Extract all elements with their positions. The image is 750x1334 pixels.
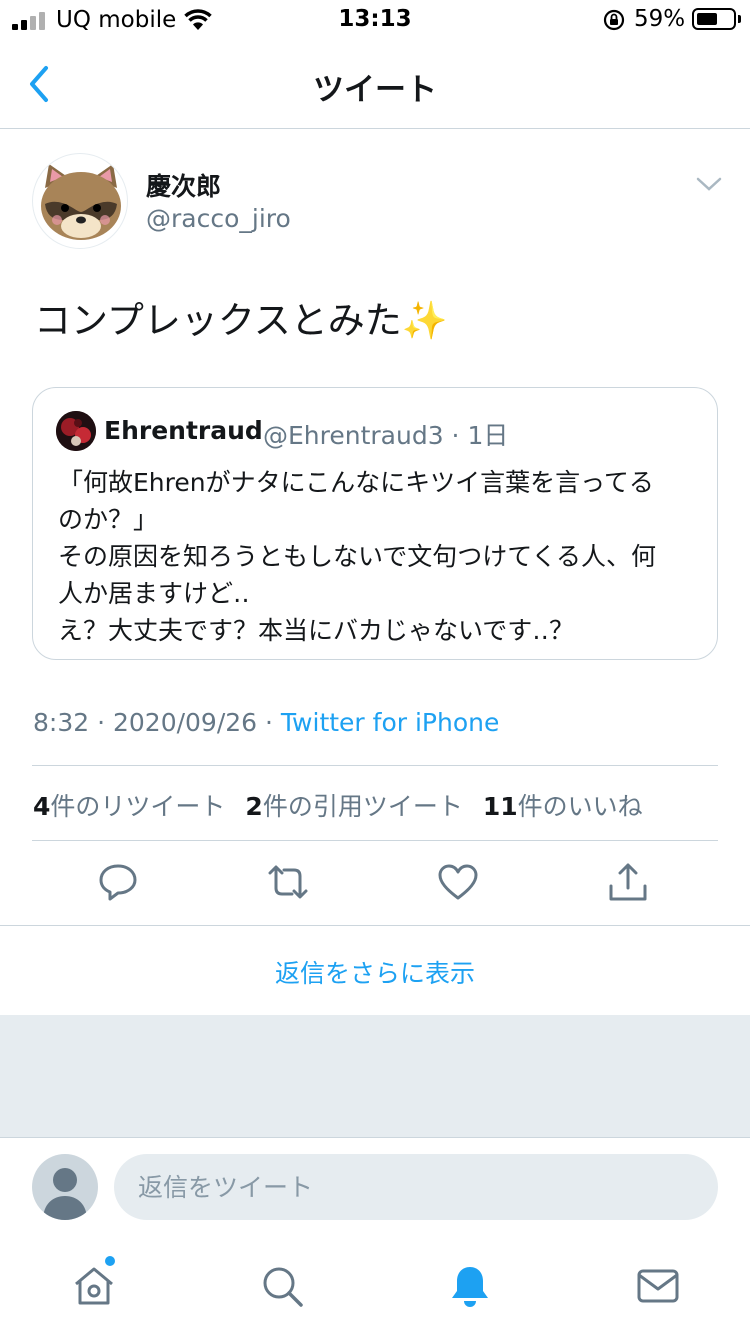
quoted-avatar-image [56, 411, 96, 451]
user-handle[interactable]: @racco_jiro [146, 204, 291, 233]
like-label: 件のいいね [517, 792, 643, 821]
tweet-text: コンプレックスとみた✨ [34, 290, 448, 344]
header-divider [0, 128, 750, 129]
divider [0, 1137, 750, 1138]
quoted-line: のか？」 [58, 505, 159, 534]
notification-dot [105, 1256, 115, 1266]
likes-stat[interactable]: 11件のいいね [483, 792, 643, 821]
chevron-down-icon[interactable] [694, 172, 724, 196]
quotes-stat[interactable]: 2件の引用ツイート [245, 792, 462, 821]
quoted-handle-time: @Ehrentraud3 · 1日 [263, 421, 509, 450]
retweet-label: 件のリツイート [50, 792, 226, 821]
share-icon[interactable] [606, 860, 650, 904]
empty-replies-area [0, 1015, 750, 1137]
search-icon[interactable] [258, 1262, 306, 1310]
sparkles-icon: ✨ [401, 299, 448, 342]
like-count: 11 [482, 792, 518, 821]
tweet-stats: 4件のリツイート 2件の引用ツイート 11件のいいね [33, 787, 643, 823]
notifications-icon[interactable] [446, 1262, 494, 1310]
divider [32, 765, 718, 766]
user-avatar[interactable] [32, 1154, 98, 1220]
reply-icon[interactable] [96, 860, 140, 904]
quoted-avatar [56, 411, 96, 451]
retweet-count: 4 [33, 792, 51, 821]
quoted-line: 人か居ますけど‥ [58, 579, 250, 608]
reply-input[interactable] [114, 1154, 718, 1220]
divider [0, 925, 750, 926]
quoted-line: その原因を知ろうともしないで文句つけてくる人、何 [58, 542, 657, 571]
raccoon-icon [41, 164, 121, 240]
quoted-line: え？大丈夫です？本当にバカじゃないです‥？ [58, 616, 574, 645]
battery-nub [738, 15, 741, 23]
tweet-meta: 8:32 · 2020/09/26 · Twitter for iPhone [33, 708, 499, 737]
timestamp: 8:32 · 2020/09/26 · [33, 708, 281, 737]
display-name[interactable]: 慶次郎 [146, 167, 221, 203]
tweet-body: コンプレックスとみた [34, 299, 402, 342]
quote-count: 2 [245, 792, 263, 821]
quoted-text: 「何故Ehrenがナタにこんなにキツイ言葉を言ってる のか？」 その原因を知ろう… [58, 464, 698, 649]
quote-label: 件の引用ツイート [262, 792, 463, 821]
rotation-lock-icon [603, 9, 625, 31]
source-link[interactable]: Twitter for iPhone [281, 708, 499, 737]
battery-level [697, 13, 717, 25]
like-icon[interactable] [436, 860, 480, 904]
home-icon[interactable] [70, 1262, 118, 1310]
battery-percent: 59% [634, 6, 686, 32]
divider [32, 840, 718, 841]
quoted-line: 「何故Ehrenがナタにこんなにキツイ言葉を言ってる [58, 468, 654, 497]
retweet-icon[interactable] [266, 860, 310, 904]
status-bar: UQ mobile 13:13 59% [0, 0, 750, 44]
messages-icon[interactable] [634, 1262, 682, 1310]
default-avatar-icon [43, 1168, 87, 1220]
avatar[interactable] [32, 153, 128, 249]
battery-icon [692, 8, 736, 30]
page-title: ツイート [313, 72, 437, 108]
show-more-replies-link[interactable]: 返信をさらに表示 [0, 954, 750, 990]
quoted-name: Ehrentraud [104, 416, 263, 445]
retweets-stat[interactable]: 4件のリツイート [33, 792, 225, 821]
